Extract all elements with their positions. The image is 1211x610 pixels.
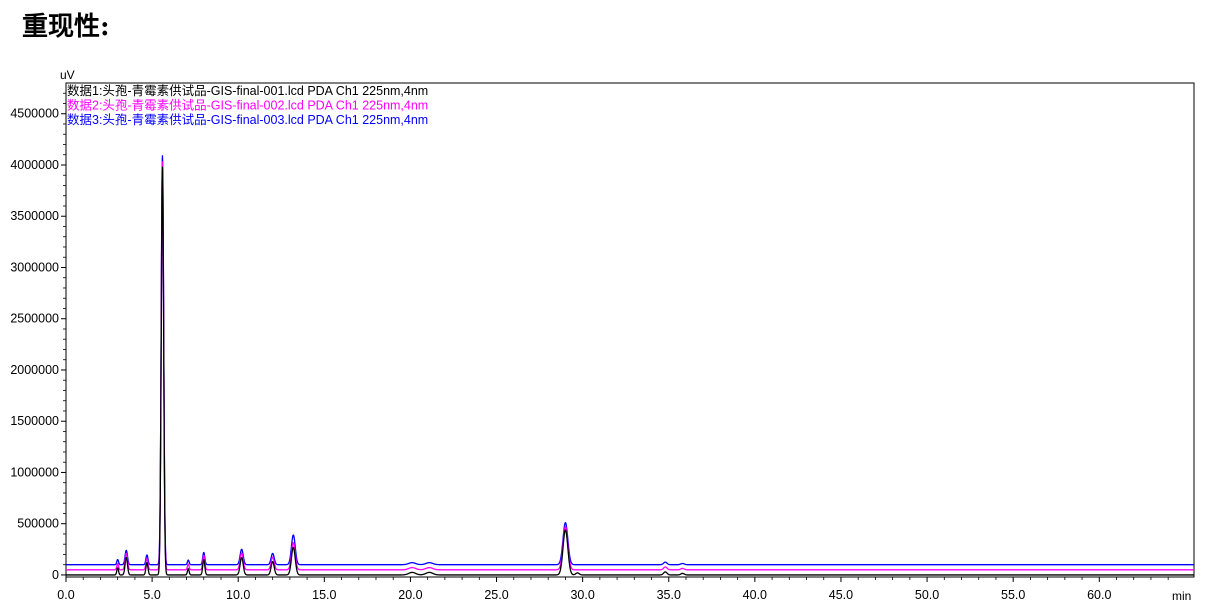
legend-entry-3: 数据3:头孢-青霉素供试品-GIS-final-003.lcd PDA Ch1 …: [67, 112, 428, 127]
x-tick-label: 25.0: [484, 588, 508, 602]
y-tick-label: 4500000: [10, 107, 59, 121]
x-tick-label: 40.0: [743, 588, 767, 602]
y-tick-label: 500000: [17, 517, 59, 531]
x-tick-label: 45.0: [829, 588, 853, 602]
y-tick-label: 3500000: [10, 209, 59, 223]
x-tick-label: 30.0: [570, 588, 594, 602]
x-tick-label: 0.0: [57, 588, 74, 602]
x-axis-unit: min: [1172, 589, 1191, 603]
y-tick-label: 1500000: [10, 414, 59, 428]
axis-layer: 0 500000 1000000 1500000 2000000 2500000 30000…: [10, 82, 1195, 602]
plot-frame: [65, 82, 1195, 578]
series-trace-2: [65, 161, 1195, 571]
y-tick-label: 3000000: [10, 260, 59, 274]
series-trace-1: [65, 166, 1195, 576]
x-tick-label: 50.0: [915, 588, 939, 602]
chromatogram-chart: 0 500000 1000000 1500000 2000000 2500000 30000…: [10, 68, 1195, 603]
x-tick-label: 15.0: [312, 588, 336, 602]
y-tick-label: 2000000: [10, 363, 59, 377]
y-tick-label: 0: [52, 568, 59, 582]
y-tick-label: 4000000: [10, 158, 59, 172]
legend-entry-1: 数据1:头孢-青霉素供试品-GIS-final-001.lcd PDA Ch1 …: [67, 83, 428, 98]
x-tick-label: 35.0: [657, 588, 681, 602]
y-axis-unit: uV: [60, 68, 75, 82]
series-trace-3: [65, 155, 1195, 566]
x-tick-label: 20.0: [398, 588, 422, 602]
series-layer: [65, 155, 1195, 576]
x-tick-label: 55.0: [1001, 588, 1025, 602]
legend: 数据1:头孢-青霉素供试品-GIS-final-001.lcd PDA Ch1 …: [67, 83, 428, 127]
x-tick-label: 10.0: [226, 588, 250, 602]
x-tick-label: 5.0: [143, 588, 160, 602]
legend-entry-2: 数据2:头孢-青霉素供试品-GIS-final-002.lcd PDA Ch1 …: [67, 98, 428, 113]
y-tick-label: 1000000: [10, 465, 59, 479]
y-tick-label: 2500000: [10, 312, 59, 326]
x-tick-label: 60.0: [1087, 588, 1111, 602]
